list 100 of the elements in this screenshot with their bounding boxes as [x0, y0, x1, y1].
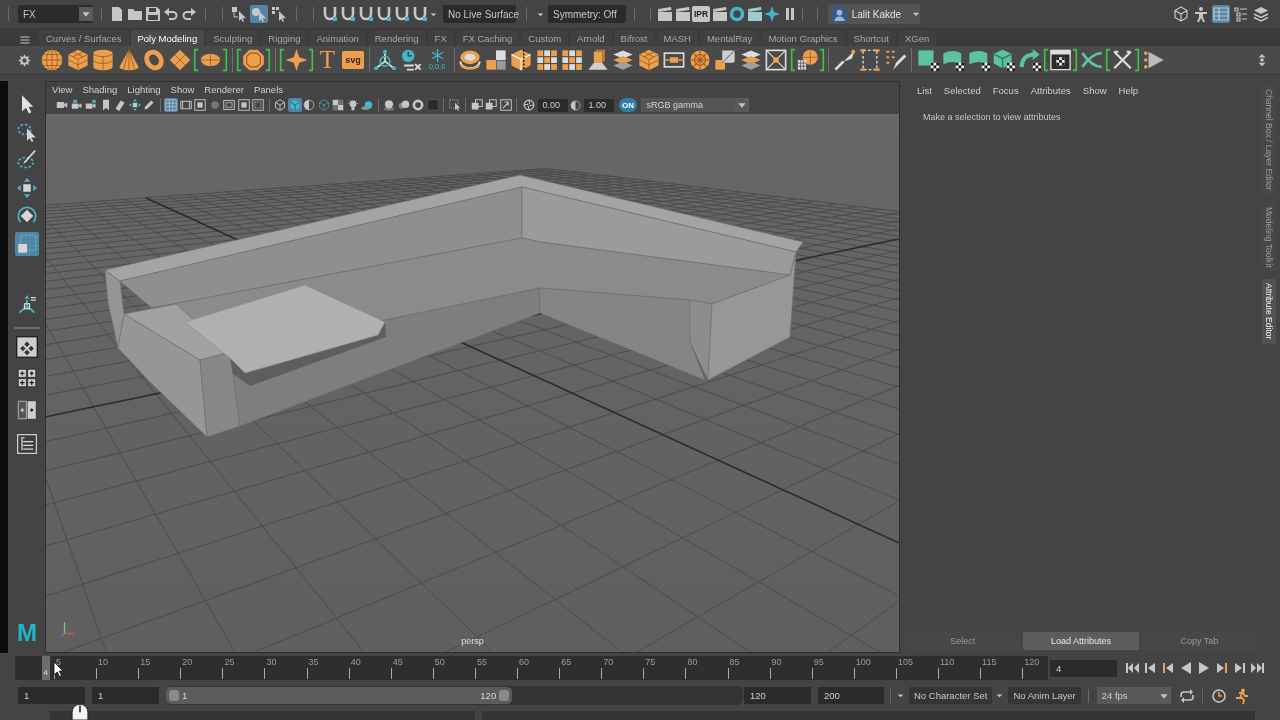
shelf-tab[interactable]: FX: [427, 30, 454, 46]
animation-end-field[interactable]: 200: [818, 687, 884, 704]
camera-button[interactable]: [84, 98, 98, 112]
framed-square-button[interactable]: [193, 98, 207, 112]
four-point-star-icon[interactable]: [280, 49, 313, 71]
user-account-button[interactable]: Lalit Kakde: [827, 4, 920, 24]
step-forward-icon[interactable]: [1232, 660, 1248, 676]
key-step-back-icon[interactable]: [1160, 660, 1176, 676]
grid-tiles-icon[interactable]: [535, 49, 558, 71]
move-arrows-button[interactable]: [127, 98, 142, 112]
picture-frame-button[interactable]: [222, 98, 236, 112]
expand-frame-button[interactable]: [498, 98, 513, 112]
ipr-render-button[interactable]: IPR: [692, 6, 711, 22]
dotted-cube-button[interactable]: [316, 98, 331, 112]
mint-cube-icon[interactable]: [993, 49, 1015, 71]
viewport-menu[interactable]: Panels: [253, 84, 283, 95]
four-pane-icon[interactable]: [16, 368, 37, 388]
wheel-icon[interactable]: [688, 49, 711, 71]
character-set-field[interactable]: No Character Set: [909, 687, 993, 704]
pencil-button[interactable]: [142, 98, 156, 112]
caret-icon[interactable]: [995, 691, 1005, 700]
wire-cube-button[interactable]: [273, 98, 287, 112]
shelf-tab[interactable]: Rigging: [261, 30, 308, 46]
range-slider-track[interactable]: 1 120: [166, 686, 743, 705]
editor-menu[interactable]: Show: [1082, 84, 1107, 96]
shelf-tab[interactable]: Poly Modeling: [130, 30, 205, 46]
text-tool-button[interactable]: T: [316, 48, 339, 72]
overlap-squares-button[interactable]: [484, 98, 498, 112]
grid-sphere-icon[interactable]: [790, 49, 824, 71]
shelf-tab[interactable]: Rendering: [367, 30, 426, 46]
scale-square-button[interactable]: [14, 232, 39, 256]
shadow-sphere-button[interactable]: [360, 98, 374, 112]
ring-button[interactable]: [411, 98, 425, 112]
figure-button[interactable]: [1192, 5, 1210, 23]
cube-icon[interactable]: [637, 49, 660, 71]
time-slider[interactable]: 5 10 15 20 25 30 35 40 45 50 55 60 65 70 75 80 85 90 95 100 105 110 115 120 4: [15, 656, 1048, 680]
dotted-pen-icon[interactable]: [884, 49, 907, 71]
clapperboard-icon[interactable]: [746, 6, 763, 22]
editor-menu[interactable]: Selected: [943, 84, 981, 96]
animation-start-field[interactable]: 1: [18, 687, 85, 704]
component-pointer-button[interactable]: [270, 5, 288, 23]
shelf-tab[interactable]: Curves / Surfaces: [39, 30, 129, 46]
svg-tool-button[interactable]: svg: [342, 51, 364, 69]
color-management-button[interactable]: ON: [619, 98, 637, 112]
target-frame-icon[interactable]: [765, 49, 787, 71]
playback-end-field[interactable]: 120: [744, 687, 811, 704]
checker-window-icon[interactable]: [1044, 49, 1077, 71]
clapperboard-icon[interactable]: [711, 6, 728, 22]
knife-icon[interactable]: [833, 49, 856, 71]
shelf-tab[interactable]: Arnold: [570, 30, 612, 46]
overlap-squares-button[interactable]: [469, 98, 484, 112]
mint-patch-icon[interactable]: [967, 49, 990, 71]
diamond-icon[interactable]: [168, 49, 191, 71]
slanted-plane-button[interactable]: [113, 98, 127, 112]
shelf-tab[interactable]: MentalRay: [699, 30, 760, 46]
current-frame-field[interactable]: 4: [1050, 659, 1117, 677]
mint-patch-icon[interactable]: [942, 49, 964, 71]
cylinder-icon[interactable]: [92, 49, 114, 71]
crossed-blades-icon[interactable]: [1106, 49, 1139, 71]
outliner-icon[interactable]: [16, 434, 37, 454]
solid-cube-button[interactable]: [287, 98, 302, 112]
side-tab[interactable]: Attribute Editor: [1261, 279, 1276, 344]
object-pointer-button[interactable]: [250, 5, 268, 23]
film-strip-button[interactable]: [178, 98, 193, 112]
tiles-icon[interactable]: [484, 49, 507, 71]
menu-icon[interactable]: [19, 34, 31, 46]
viewport-menu[interactable]: Show: [170, 84, 195, 95]
magnet-icon[interactable]: [394, 6, 410, 22]
shelf-tab[interactable]: Motion Graphics: [761, 30, 845, 46]
cursor-frame-button[interactable]: [447, 98, 462, 112]
extruded-block-icon[interactable]: [586, 49, 609, 71]
checker-button[interactable]: [331, 98, 345, 112]
grid-tiles-icon[interactable]: [561, 49, 583, 71]
hierarchy-pointer-button[interactable]: [230, 5, 248, 23]
half-circle-icon[interactable]: [570, 99, 581, 111]
disc-icon[interactable]: [194, 49, 227, 71]
playhead[interactable]: 4: [41, 656, 50, 680]
ring-icon[interactable]: [729, 6, 746, 22]
stack-button[interactable]: [1252, 5, 1270, 23]
clock-cross-icon[interactable]: [399, 49, 422, 71]
half-circle-button[interactable]: [302, 98, 316, 112]
magnet-icon[interactable]: [340, 6, 356, 22]
sparkle-icon[interactable]: [764, 6, 781, 22]
exposure-field[interactable]: 0.00: [537, 98, 568, 112]
shelf-tab[interactable]: FX Caching: [455, 30, 520, 46]
skip-to-start-icon[interactable]: [1124, 660, 1140, 676]
folder-icon[interactable]: [127, 6, 143, 22]
menu-set-dropdown[interactable]: FX: [18, 5, 93, 23]
play-triangle-icon[interactable]: [1142, 49, 1165, 71]
editor-menu[interactable]: Focus: [992, 84, 1019, 96]
sphere-on-disc-button[interactable]: [382, 98, 396, 112]
cube-icon[interactable]: [66, 49, 89, 71]
torus-icon[interactable]: [143, 49, 165, 71]
list-button[interactable]: [1232, 5, 1250, 23]
undo-icon[interactable]: [163, 6, 179, 22]
shelf-tab[interactable]: Shortcut: [846, 30, 896, 46]
cone-icon[interactable]: [117, 49, 140, 71]
mint-square-icon[interactable]: [916, 49, 939, 71]
redo-icon[interactable]: [181, 6, 197, 22]
document-icon[interactable]: [109, 6, 125, 22]
